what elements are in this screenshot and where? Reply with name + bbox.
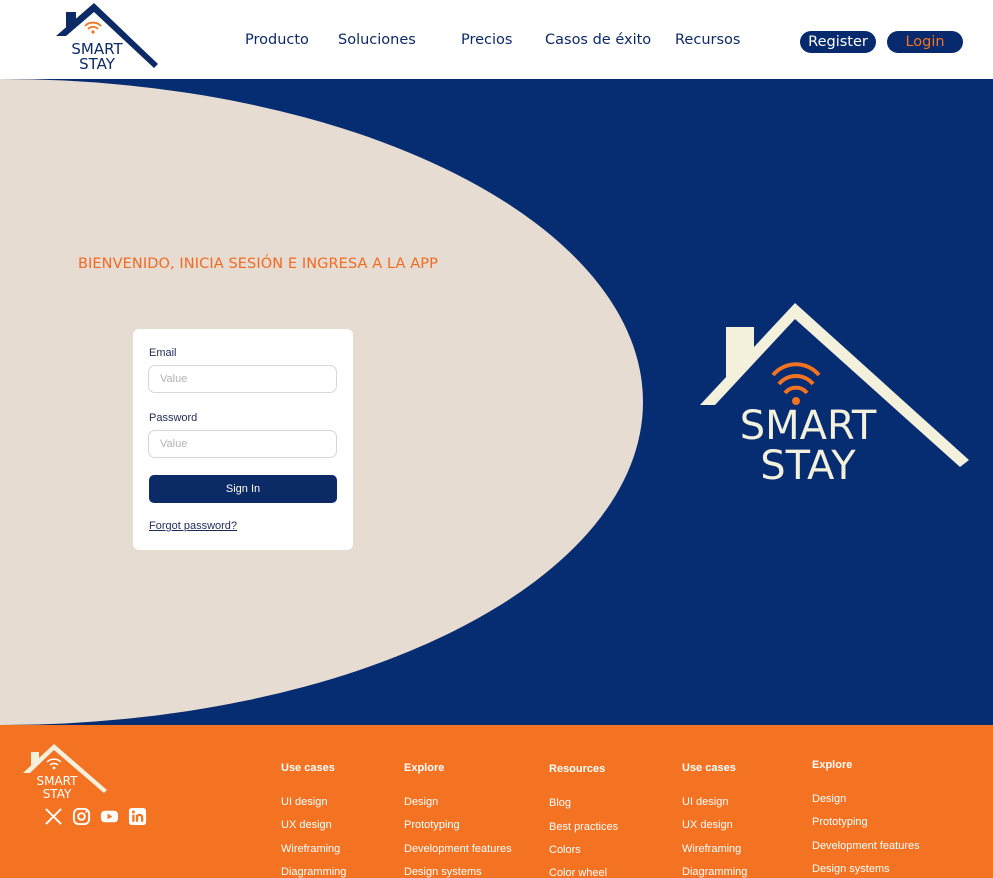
svg-text:SMART: SMART (37, 774, 79, 788)
register-button[interactable]: Register (800, 31, 876, 53)
footer-link[interactable]: Blog (549, 797, 571, 809)
footer-col-title: Explore (404, 762, 445, 774)
footer-link[interactable]: Color wheel (549, 867, 607, 878)
sign-in-button[interactable]: Sign In (149, 475, 337, 503)
x-icon[interactable] (44, 807, 63, 826)
footer-link[interactable]: Best practices (549, 821, 618, 833)
footer-link[interactable]: Design (812, 793, 846, 805)
login-form-card: Email Password Sign In Forgot password? (133, 329, 353, 550)
nav-soluciones[interactable]: Soluciones (338, 32, 416, 48)
footer-link[interactable]: Prototyping (404, 819, 460, 831)
footer-link[interactable]: Colors (549, 844, 581, 856)
nav-casos-de-exito[interactable]: Casos de éxito (545, 32, 651, 48)
footer-link[interactable]: Development features (404, 843, 512, 855)
email-field[interactable] (148, 365, 337, 393)
footer-link[interactable]: Diagramming (281, 866, 346, 878)
footer-link[interactable]: UI design (682, 796, 728, 808)
footer-col-title: Explore (812, 759, 853, 771)
top-nav-bar: SMART STAY Producto Soluciones Precios C… (0, 0, 993, 79)
nav-recursos[interactable]: Recursos (675, 32, 740, 48)
instagram-icon[interactable] (72, 807, 91, 826)
footer: SMART STAY Use cases UI design UX design… (0, 725, 993, 878)
smart-stay-logo-large: SMART STAY (700, 303, 969, 489)
footer-link[interactable]: UX design (682, 819, 733, 831)
footer-col-title: Resources (549, 763, 606, 775)
footer-link[interactable]: UI design (281, 796, 327, 808)
email-label: Email (149, 347, 177, 359)
footer-link[interactable]: Development features (812, 840, 920, 852)
footer-link[interactable]: Design systems (404, 866, 482, 878)
forgot-password-link[interactable]: Forgot password? (149, 520, 237, 532)
footer-link[interactable]: Design (404, 796, 438, 808)
nav-precios[interactable]: Precios (461, 32, 512, 48)
svg-text:STAY: STAY (760, 443, 856, 489)
linkedin-icon[interactable] (128, 807, 147, 826)
svg-text:STAY: STAY (79, 55, 116, 73)
password-field[interactable] (148, 430, 337, 458)
nav-producto[interactable]: Producto (245, 32, 309, 48)
youtube-icon[interactable] (100, 807, 119, 826)
login-button[interactable]: Login (887, 31, 963, 53)
smart-stay-logo-footer[interactable]: SMART STAY (22, 743, 108, 801)
password-label: Password (149, 412, 198, 424)
footer-col-title: Use cases (281, 762, 335, 774)
svg-text:STAY: STAY (43, 787, 72, 801)
footer-col-title: Use cases (682, 762, 736, 774)
footer-link[interactable]: Diagramming (682, 866, 747, 878)
footer-link[interactable]: UX design (281, 819, 332, 831)
footer-link[interactable]: Design systems (812, 863, 890, 875)
footer-link[interactable]: Wireframing (281, 843, 340, 855)
footer-link[interactable]: Prototyping (812, 816, 868, 828)
hero-section: BIENVENIDO, INICIA SESIÓN E INGRESA A LA… (0, 79, 993, 725)
footer-link[interactable]: Wireframing (682, 843, 741, 855)
smart-stay-logo[interactable]: SMART STAY (54, 2, 160, 74)
welcome-heading: BIENVENIDO, INICIA SESIÓN E INGRESA A LA… (78, 256, 438, 272)
